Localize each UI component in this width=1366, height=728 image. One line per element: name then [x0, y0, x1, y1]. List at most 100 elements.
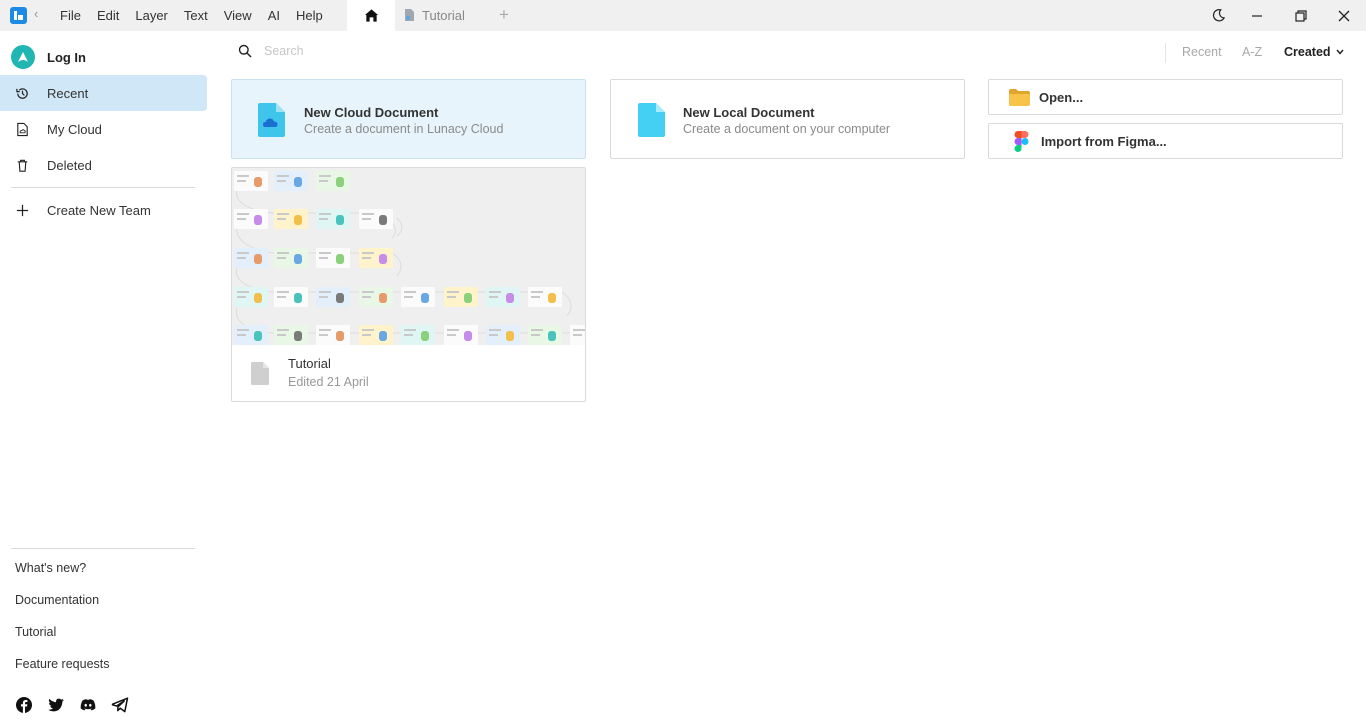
thumbnail-tile [274, 325, 308, 345]
thumbnail-tile [359, 325, 393, 345]
plus-icon [16, 204, 29, 216]
new-cloud-document-subtitle: Create a document in Lunacy Cloud [304, 122, 504, 136]
login-label: Log In [47, 49, 86, 65]
thumbnail-tile [316, 248, 350, 268]
thumbnail-tile [316, 209, 350, 229]
file-icon [251, 362, 269, 385]
new-tab-plus-icon[interactable]: + [499, 6, 509, 24]
local-document-icon [638, 103, 665, 137]
sort-a-z[interactable]: A-Z [1242, 45, 1262, 59]
document-icon [405, 9, 414, 21]
thumbnail-tile [316, 287, 350, 307]
whats-new-link[interactable]: What's new? [15, 561, 86, 575]
thumbnail-tile [274, 209, 308, 229]
menu-edit[interactable]: Edit [89, 0, 127, 31]
thumbnail-tile [359, 287, 393, 307]
folder-icon [1009, 88, 1030, 106]
thumbnail-tile [401, 325, 435, 345]
menu-file[interactable]: File [52, 0, 89, 31]
minimize-icon [1252, 14, 1262, 17]
thumbnail-tile [359, 209, 393, 229]
menu-bar: File Edit Layer Text View AI Help [52, 0, 331, 31]
new-cloud-document-card[interactable]: New Cloud Document Create a document in … [231, 79, 586, 159]
tab-tutorial[interactable]: Tutorial [396, 0, 465, 31]
discord-icon[interactable] [79, 696, 97, 714]
thumbnail-tile [316, 325, 350, 345]
search-icon [238, 44, 252, 58]
cloud-document-icon [258, 103, 285, 137]
sidebar-divider [11, 187, 195, 188]
cloud-document-icon [17, 122, 28, 136]
thumbnail-tile [274, 287, 308, 307]
sidebar-item-recent[interactable]: Recent [0, 75, 207, 111]
thumbnail-tile [528, 287, 562, 307]
thumbnail-tile [359, 248, 393, 268]
sidebar-item-label: Deleted [47, 157, 92, 173]
thumbnail-tile [234, 248, 268, 268]
home-icon [364, 9, 378, 22]
menu-layer[interactable]: Layer [127, 0, 176, 31]
thumbnail-tile [274, 248, 308, 268]
import-figma-label: Import from Figma... [1041, 133, 1167, 149]
minimize-button[interactable] [1235, 0, 1279, 31]
document-thumbnail [232, 168, 585, 345]
document-title: Tutorial [288, 356, 331, 371]
thumbnail-tile [316, 171, 350, 191]
social-links [15, 696, 129, 714]
import-figma-button[interactable]: Import from Figma... [988, 123, 1343, 159]
sidebar: Log In Recent My Cloud Deleted Create Ne… [0, 31, 215, 728]
thumbnail-tile [274, 171, 308, 191]
thumbnail-tile [486, 325, 520, 345]
thumbnail-tile [528, 325, 562, 345]
thumbnail-tile [444, 287, 478, 307]
menu-text[interactable]: Text [176, 0, 216, 31]
feature-requests-link[interactable]: Feature requests [15, 657, 110, 671]
back-arrow-icon[interactable]: ‹ [34, 6, 38, 21]
sidebar-item-label: My Cloud [47, 121, 102, 137]
new-local-document-title: New Local Document [683, 105, 815, 120]
documentation-link[interactable]: Documentation [15, 593, 99, 607]
search-bar [238, 44, 564, 58]
dark-mode-toggle[interactable] [1196, 0, 1240, 31]
restore-icon [1295, 9, 1307, 22]
create-team-label: Create New Team [47, 202, 151, 218]
maximize-button[interactable] [1279, 0, 1323, 31]
sidebar-item-deleted[interactable]: Deleted [0, 147, 207, 183]
create-new-team-button[interactable]: Create New Team [0, 192, 207, 228]
thumbnail-tile [234, 287, 268, 307]
menu-ai[interactable]: AI [260, 0, 288, 31]
chevron-down-icon[interactable] [1336, 49, 1344, 55]
sort-divider [1165, 43, 1166, 63]
sidebar-footer-divider [11, 548, 195, 549]
thumbnail-tile [486, 287, 520, 307]
history-icon [16, 87, 28, 99]
sidebar-item-my-cloud[interactable]: My Cloud [0, 111, 207, 147]
document-card-tutorial[interactable]: Tutorial Edited 21 April [231, 167, 586, 402]
new-local-document-card[interactable]: New Local Document Create a document on … [610, 79, 965, 159]
facebook-icon[interactable] [15, 696, 33, 714]
search-input[interactable] [264, 44, 564, 58]
sort-recent[interactable]: Recent [1182, 45, 1222, 59]
twitter-icon[interactable] [47, 696, 65, 714]
thumbnail-tile [570, 325, 585, 345]
tutorial-link[interactable]: Tutorial [15, 625, 56, 639]
close-button[interactable] [1322, 0, 1366, 31]
lunacy-logo-icon [11, 45, 35, 69]
menu-view[interactable]: View [216, 0, 260, 31]
figma-icon [1014, 130, 1029, 152]
close-icon [1338, 10, 1350, 21]
app-logo-icon[interactable] [10, 7, 27, 24]
telegram-icon[interactable] [111, 696, 129, 714]
thumbnail-tile [234, 325, 268, 345]
tab-tutorial-label: Tutorial [422, 8, 465, 23]
open-file-button[interactable]: Open... [988, 79, 1343, 115]
login-button[interactable]: Log In [11, 45, 86, 69]
document-edited-date: Edited 21 April [288, 375, 369, 389]
menu-help[interactable]: Help [288, 0, 331, 31]
tab-home[interactable] [347, 0, 395, 31]
open-label: Open... [1039, 89, 1084, 105]
trash-icon [17, 159, 28, 172]
sort-created[interactable]: Created [1284, 45, 1331, 59]
new-local-document-subtitle: Create a document on your computer [683, 122, 891, 136]
thumbnail-tile [234, 171, 268, 191]
